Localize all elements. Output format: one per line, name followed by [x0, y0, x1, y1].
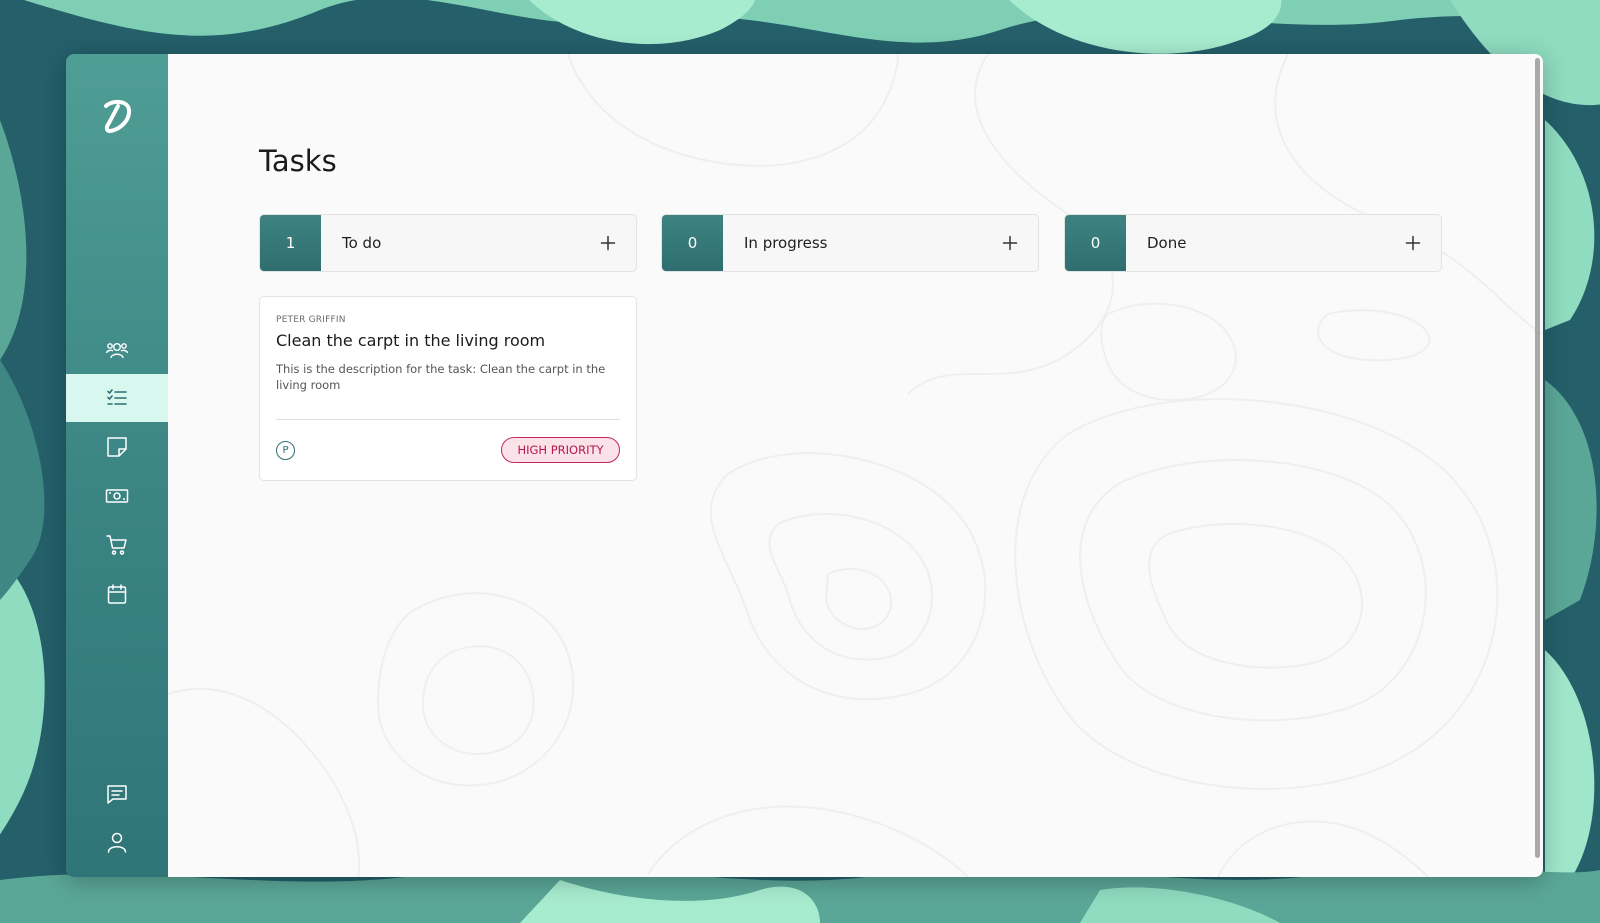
card-divider — [276, 419, 620, 420]
sidebar — [66, 54, 168, 877]
add-task-button[interactable] — [982, 215, 1038, 271]
column-label: Done — [1147, 234, 1187, 252]
assignee-avatar: P — [276, 441, 295, 460]
task-count-badge: 0 — [662, 215, 723, 271]
plus-icon — [1405, 235, 1421, 251]
add-task-button[interactable] — [580, 215, 636, 271]
column-header-done: 0 Done — [1064, 214, 1442, 272]
main-content: Tasks 1 To do 0 In progress 0 Done PETER… — [168, 54, 1543, 877]
plus-icon — [600, 235, 616, 251]
column-label: In progress — [744, 234, 828, 252]
nav-calendar[interactable] — [66, 570, 168, 618]
nav-tasks[interactable] — [66, 374, 168, 422]
nav-notes[interactable] — [66, 423, 168, 471]
logo-icon — [104, 99, 132, 133]
task-list-icon — [107, 389, 127, 405]
users-icon — [105, 342, 129, 359]
task-count-badge: 1 — [260, 215, 321, 271]
task-title: Clean the carpt in the living room — [276, 331, 546, 350]
app-logo[interactable] — [66, 96, 168, 136]
task-assignee: PETER GRIFFIN — [276, 315, 346, 325]
money-icon — [105, 489, 129, 503]
task-card[interactable]: PETER GRIFFIN Clean the carpt in the liv… — [259, 296, 637, 481]
task-description: This is the description for the task: Cl… — [276, 362, 606, 392]
nav-shopping[interactable] — [66, 521, 168, 569]
cart-icon — [106, 535, 127, 555]
column-label: To do — [342, 234, 382, 252]
vertical-scrollbar[interactable] — [1535, 58, 1540, 858]
sticky-note-icon — [107, 437, 127, 457]
task-count-badge: 0 — [1065, 215, 1126, 271]
app-window: Tasks 1 To do 0 In progress 0 Done PETER… — [66, 54, 1543, 877]
nav-users[interactable] — [66, 326, 168, 374]
calendar-icon — [107, 584, 127, 604]
plus-icon — [1002, 235, 1018, 251]
nav-finance[interactable] — [66, 472, 168, 520]
nav-profile[interactable] — [66, 818, 168, 866]
chat-icon — [107, 785, 127, 804]
priority-badge: HIGH PRIORITY — [501, 437, 620, 463]
column-header-in-progress: 0 In progress — [661, 214, 1039, 272]
nav-chat[interactable] — [66, 770, 168, 818]
user-icon — [107, 832, 127, 853]
page-title: Tasks — [259, 144, 337, 178]
column-header-todo: 1 To do — [259, 214, 637, 272]
add-task-button[interactable] — [1385, 215, 1441, 271]
